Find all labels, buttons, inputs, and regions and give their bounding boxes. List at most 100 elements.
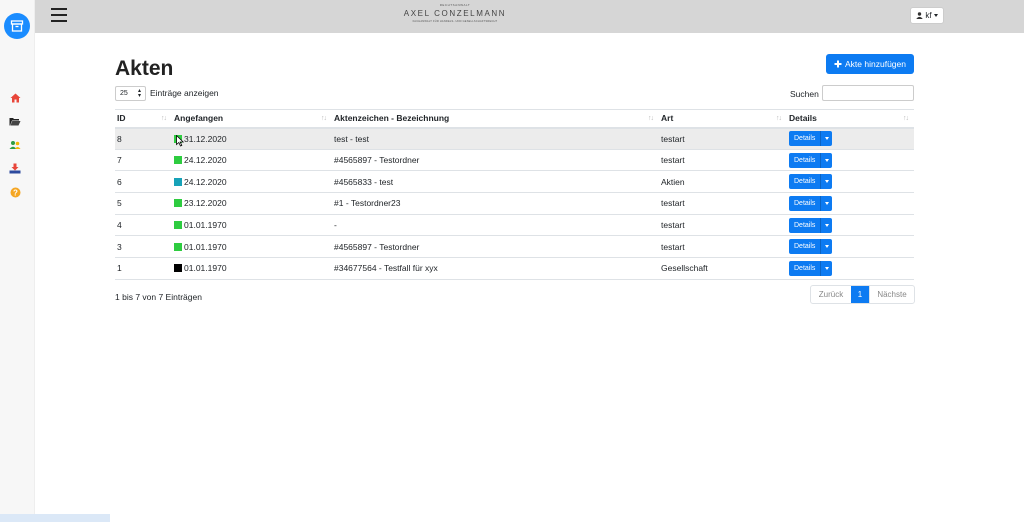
cell-angefangen: 24.12.2020 bbox=[172, 149, 332, 172]
mouse-cursor-icon bbox=[176, 135, 184, 147]
table-row[interactable]: 7 24.12.2020 #4565897 - Testordner testart D… bbox=[115, 149, 914, 172]
cell-angefangen: 24.12.2020 bbox=[172, 170, 332, 194]
pagination: Zurück 1 Nächste bbox=[810, 285, 915, 304]
chevron-down-icon bbox=[933, 14, 938, 17]
chevron-down-icon bbox=[824, 266, 829, 270]
chevron-down-icon bbox=[824, 137, 829, 141]
status-color-swatch bbox=[174, 177, 182, 186]
pagination-page-1[interactable]: 1 bbox=[851, 286, 869, 303]
details-button-group: Details bbox=[789, 239, 833, 255]
sort-icon: ↑↓ bbox=[648, 115, 654, 122]
status-color-swatch bbox=[174, 199, 182, 208]
column-header-details[interactable]: Details ↑↓ bbox=[787, 109, 914, 129]
cell-id: 4 bbox=[115, 214, 172, 237]
cell-art: testart bbox=[659, 127, 787, 150]
cell-id: 1 bbox=[115, 257, 172, 280]
cell-id: 6 bbox=[115, 170, 172, 194]
status-color-swatch bbox=[174, 242, 182, 251]
cell-aktenzeichen: #1 - Testordner23 bbox=[332, 192, 659, 215]
column-header-angefangen[interactable]: Angefangen ↑↓ bbox=[172, 109, 332, 129]
plus-icon bbox=[834, 60, 842, 68]
sort-icon: ↑↓ bbox=[161, 115, 167, 122]
cell-details: Details bbox=[787, 257, 914, 280]
add-akte-button[interactable]: Akte hinzufügen bbox=[826, 54, 914, 74]
cell-details: Details bbox=[787, 149, 914, 172]
status-color-swatch bbox=[174, 264, 182, 273]
users-icon[interactable] bbox=[9, 139, 21, 151]
details-button[interactable]: Details bbox=[789, 174, 821, 190]
page-title: Akten bbox=[115, 57, 174, 80]
details-button[interactable]: Details bbox=[789, 195, 821, 211]
cell-art: Aktien bbox=[659, 170, 787, 194]
cell-id: 5 bbox=[115, 192, 172, 215]
chevron-down-icon bbox=[824, 201, 829, 205]
column-header-id[interactable]: ID ↑↓ bbox=[115, 109, 172, 129]
table-row[interactable]: 5 23.12.2020 #1 - Testordner23 testart Detai… bbox=[115, 192, 914, 215]
cell-art: testart bbox=[659, 192, 787, 215]
user-icon bbox=[916, 12, 924, 19]
cell-details: Details bbox=[787, 235, 914, 259]
details-dropdown-toggle[interactable] bbox=[820, 131, 833, 147]
table-info: 1 bis 7 von 7 Einträgen bbox=[115, 292, 202, 302]
column-header-aktenzeichen[interactable]: Aktenzeichen - Bezeichnung ↑↓ bbox=[332, 109, 659, 129]
home-icon[interactable] bbox=[9, 92, 21, 104]
table-row[interactable]: 8 31.12.2020 test - test testart Details bbox=[115, 127, 914, 150]
cell-angefangen: 01.01.1970 bbox=[172, 235, 332, 259]
details-button[interactable]: Details bbox=[789, 152, 821, 168]
cell-date: 31.12.2020 bbox=[184, 133, 227, 144]
page-length-select[interactable]: 25 ▴ ▾ bbox=[115, 86, 146, 101]
download-icon[interactable] bbox=[9, 162, 21, 174]
cell-aktenzeichen: #4565897 - Testordner bbox=[332, 149, 659, 172]
table-row[interactable]: 1 01.01.1970 #34677564 - Testfall für xyx G… bbox=[115, 257, 914, 280]
table-row[interactable]: 4 01.01.1970 - testart Details bbox=[115, 214, 914, 237]
details-button[interactable]: Details bbox=[789, 131, 821, 147]
user-name: kf bbox=[925, 11, 932, 20]
sort-icon: ↑↓ bbox=[321, 115, 327, 122]
pagination-next[interactable]: Nächste bbox=[869, 286, 914, 303]
cell-details: Details bbox=[787, 127, 914, 150]
updown-icon: ▴ ▾ bbox=[137, 88, 141, 99]
cell-details: Details bbox=[787, 170, 914, 194]
column-header-art[interactable]: Art ↑↓ bbox=[659, 109, 787, 129]
folder-open-icon[interactable] bbox=[9, 115, 21, 127]
details-dropdown-toggle[interactable] bbox=[820, 239, 833, 255]
cell-aktenzeichen: #4565897 - Testordner bbox=[332, 235, 659, 259]
table-header-row: ID ↑↓ Angefangen ↑↓ Aktenzeichen - Bezeich… bbox=[115, 109, 914, 129]
sort-icon: ↑↓ bbox=[903, 115, 909, 122]
table-row[interactable]: 3 01.01.1970 #4565897 - Testordner testart D… bbox=[115, 235, 914, 259]
cell-aktenzeichen: test - test bbox=[332, 127, 659, 150]
details-dropdown-toggle[interactable] bbox=[820, 260, 833, 276]
logo-sub-text: FACHANWALT FÜR HANDELS- UND GESELLSCHAFT… bbox=[412, 20, 498, 23]
akten-table: ID ↑↓ Angefangen ↑↓ Aktenzeichen - Bezeich… bbox=[115, 109, 914, 280]
sort-icon: ↑↓ bbox=[776, 115, 782, 122]
search-input[interactable] bbox=[822, 85, 914, 101]
details-button[interactable]: Details bbox=[789, 260, 821, 276]
details-button[interactable]: Details bbox=[789, 217, 821, 233]
details-dropdown-toggle[interactable] bbox=[820, 174, 833, 190]
details-dropdown-toggle[interactable] bbox=[820, 152, 833, 168]
help-icon[interactable]: ? bbox=[9, 186, 21, 198]
details-button[interactable]: Details bbox=[789, 239, 821, 255]
table-row[interactable]: 6 24.12.2020 #4565833 - test Aktien Details bbox=[115, 170, 914, 194]
details-dropdown-toggle[interactable] bbox=[820, 195, 833, 211]
pagination-previous[interactable]: Zurück bbox=[811, 286, 851, 303]
menu-toggle-icon[interactable] bbox=[51, 8, 67, 22]
cell-details: Details bbox=[787, 214, 914, 237]
details-dropdown-toggle[interactable] bbox=[820, 217, 833, 233]
chevron-down-icon bbox=[824, 158, 829, 162]
cell-angefangen: 23.12.2020 bbox=[172, 192, 332, 215]
cell-date: 24.12.2020 bbox=[184, 176, 227, 187]
cell-date: 01.01.1970 bbox=[184, 220, 227, 231]
details-button-group: Details bbox=[789, 174, 833, 190]
cell-id: 7 bbox=[115, 149, 172, 172]
top-navbar: RECHTSANWALT AXEL CONZELMANN FACHANWALT … bbox=[35, 0, 1024, 33]
chevron-down-icon bbox=[824, 223, 829, 227]
chevron-down-icon bbox=[824, 180, 829, 184]
cell-date: 01.01.1970 bbox=[184, 263, 227, 274]
cell-date: 01.01.1970 bbox=[184, 241, 227, 252]
user-menu-button[interactable]: kf bbox=[910, 7, 944, 24]
details-button-group: Details bbox=[789, 152, 833, 168]
cell-art: testart bbox=[659, 235, 787, 259]
search-label: Suchen bbox=[790, 89, 819, 99]
archive-icon[interactable] bbox=[4, 13, 30, 39]
